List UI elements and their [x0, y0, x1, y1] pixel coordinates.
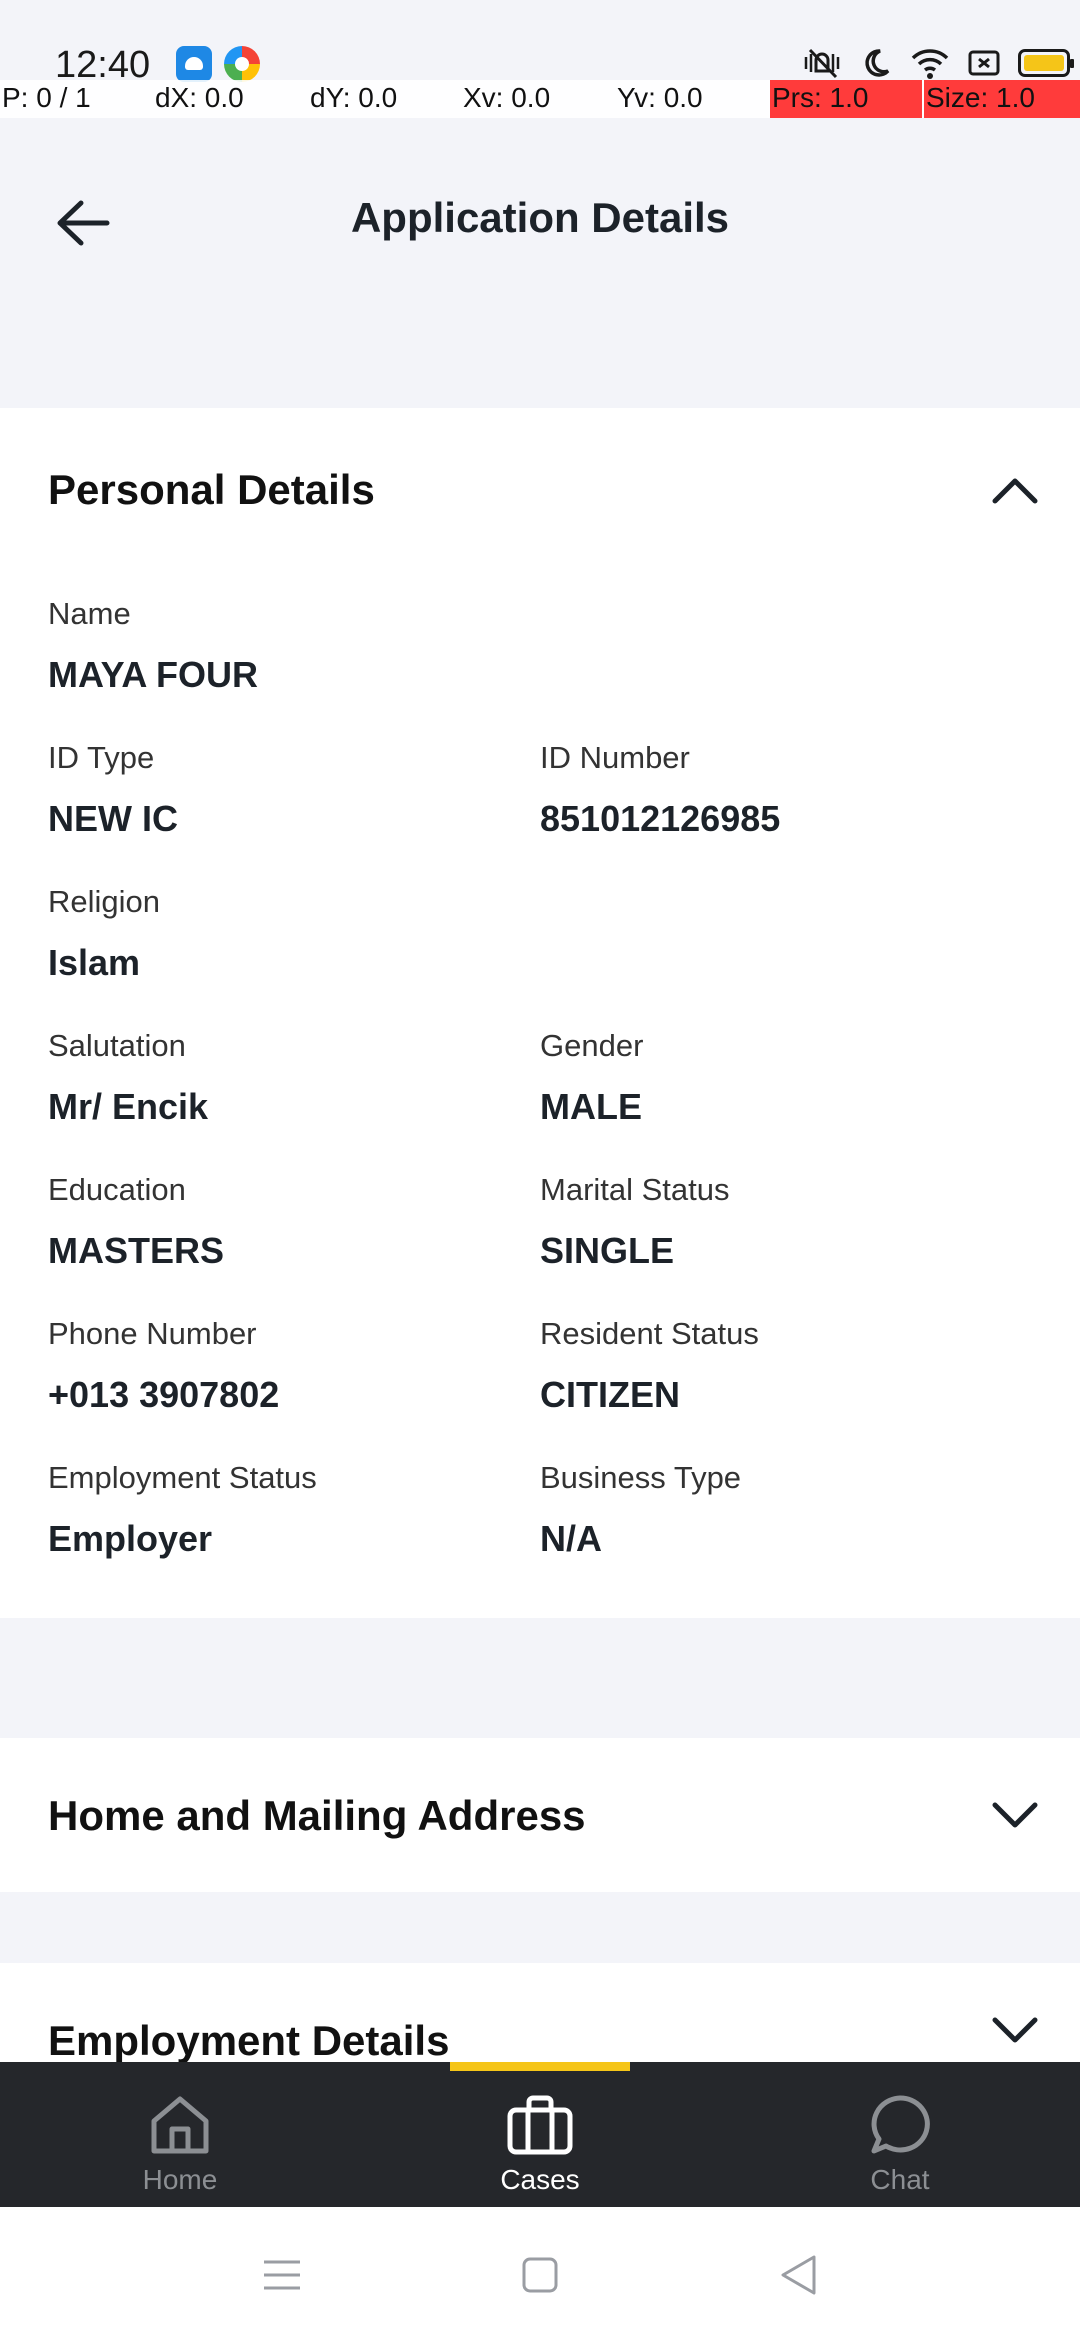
address-section-header[interactable]: Home and Mailing Address [48, 1786, 1040, 1846]
app-header: Application Details [0, 118, 1080, 408]
field-label: Resident Status [540, 1316, 759, 1351]
menu-icon[interactable] [252, 2245, 312, 2305]
field-label: Religion [48, 884, 161, 919]
field-value: Islam [48, 942, 141, 983]
field-label: ID Number [540, 740, 690, 775]
field-salutation: Salutation Mr/ Encik [48, 1028, 528, 1128]
field-label: Employment Status [48, 1460, 317, 1495]
pointer-dx: dX: 0.0 [155, 82, 244, 113]
system-status-icons [802, 46, 1074, 80]
battery-icon [1018, 49, 1074, 77]
pointer-location-overlay: P: 0 / 1 dX: 0.0 dY: 0.0 Xv: 0.0 Yv: 0.0… [0, 80, 1080, 118]
pointer-yv: Yv: 0.0 [617, 82, 703, 113]
field-label: Salutation [48, 1028, 186, 1063]
sim-icon [964, 46, 1004, 80]
nav-label: Home [142, 2164, 218, 2195]
page-title: Application Details [350, 194, 730, 241]
field-value: N/A [540, 1518, 602, 1559]
chat-bubble-icon [865, 2092, 935, 2158]
field-label: Marital Status [540, 1172, 730, 1207]
active-tab-indicator [450, 2062, 630, 2071]
field-value: NEW IC [48, 798, 178, 839]
nav-label: Chat [870, 2164, 930, 2195]
do-not-disturb-moon-icon [856, 46, 896, 80]
field-name: Name MAYA FOUR [48, 596, 528, 696]
status-bar: 12:40 [0, 0, 1080, 86]
status-app-icons [176, 46, 260, 82]
field-religion: Religion Islam [48, 884, 528, 984]
chevron-up-icon[interactable] [990, 465, 1040, 515]
silent-vibrate-icon [802, 46, 842, 80]
field-resident-status: Resident Status CITIZEN [540, 1316, 1020, 1416]
field-label: Gender [540, 1028, 644, 1063]
home-square-icon[interactable] [510, 2245, 570, 2305]
field-phone-number: Phone Number +013 3907802 [48, 1316, 528, 1416]
chevron-down-icon[interactable] [990, 1791, 1040, 1841]
nav-home[interactable]: Home [80, 2092, 280, 2202]
back-triangle-icon[interactable] [768, 2245, 828, 2305]
field-employment-status: Employment Status Employer [48, 1460, 528, 1560]
briefcase-icon [505, 2092, 575, 2158]
nav-label: Cases [500, 2164, 580, 2195]
section-title: Personal Details [48, 466, 375, 513]
field-id-number: ID Number 851012126985 [540, 740, 1020, 840]
employment-section-header[interactable]: Employment Details [48, 2011, 1040, 2063]
pointer-dy: dY: 0.0 [310, 82, 398, 113]
nav-cases[interactable]: Cases [440, 2092, 640, 2202]
android-app-icon [176, 46, 212, 82]
pointer-size: Size: 1.0 [924, 80, 1080, 118]
personal-details-header[interactable]: Personal Details [48, 460, 1040, 520]
field-value: 851012126985 [540, 798, 781, 839]
personal-details-section: Personal Details Name MAYA FOUR ID Type … [0, 408, 1080, 1618]
field-gender: Gender MALE [540, 1028, 1020, 1128]
address-section: Home and Mailing Address [0, 1738, 1080, 1892]
system-navigation-bar [0, 2207, 1080, 2340]
employment-section: Employment Details [0, 1963, 1080, 2063]
field-value: MALE [540, 1086, 642, 1127]
section-title: Home and Mailing Address [48, 1792, 586, 1839]
field-marital-status: Marital Status SINGLE [540, 1172, 1020, 1272]
home-icon [145, 2092, 215, 2158]
field-label: Education [48, 1172, 186, 1207]
pointer-pressure: Prs: 1.0 [770, 80, 922, 118]
field-label: Business Type [540, 1460, 742, 1495]
field-label: Name [48, 596, 131, 631]
field-label: ID Type [48, 740, 155, 775]
field-value: MAYA FOUR [48, 654, 259, 695]
pointer-count: P: 0 / 1 [2, 82, 91, 113]
pointer-xv: Xv: 0.0 [463, 82, 551, 113]
nav-chat[interactable]: Chat [800, 2092, 1000, 2202]
chevron-down-icon[interactable] [990, 2006, 1040, 2056]
field-id-type: ID Type NEW IC [48, 740, 528, 840]
wifi-icon [910, 46, 950, 80]
section-title: Employment Details [48, 2017, 450, 2063]
field-value: Employer [48, 1518, 213, 1559]
field-value: SINGLE [540, 1230, 675, 1271]
field-business-type: Business Type N/A [540, 1460, 1020, 1560]
field-education: Education MASTERS [48, 1172, 528, 1272]
field-value: CITIZEN [540, 1374, 680, 1415]
field-label: Phone Number [48, 1316, 257, 1351]
field-value: Mr/ Encik [48, 1086, 209, 1127]
field-value: MASTERS [48, 1230, 225, 1271]
browser-app-icon [224, 46, 260, 82]
field-value: +013 3907802 [48, 1374, 280, 1415]
bottom-navigation: Home Cases Chat [0, 2062, 1080, 2207]
